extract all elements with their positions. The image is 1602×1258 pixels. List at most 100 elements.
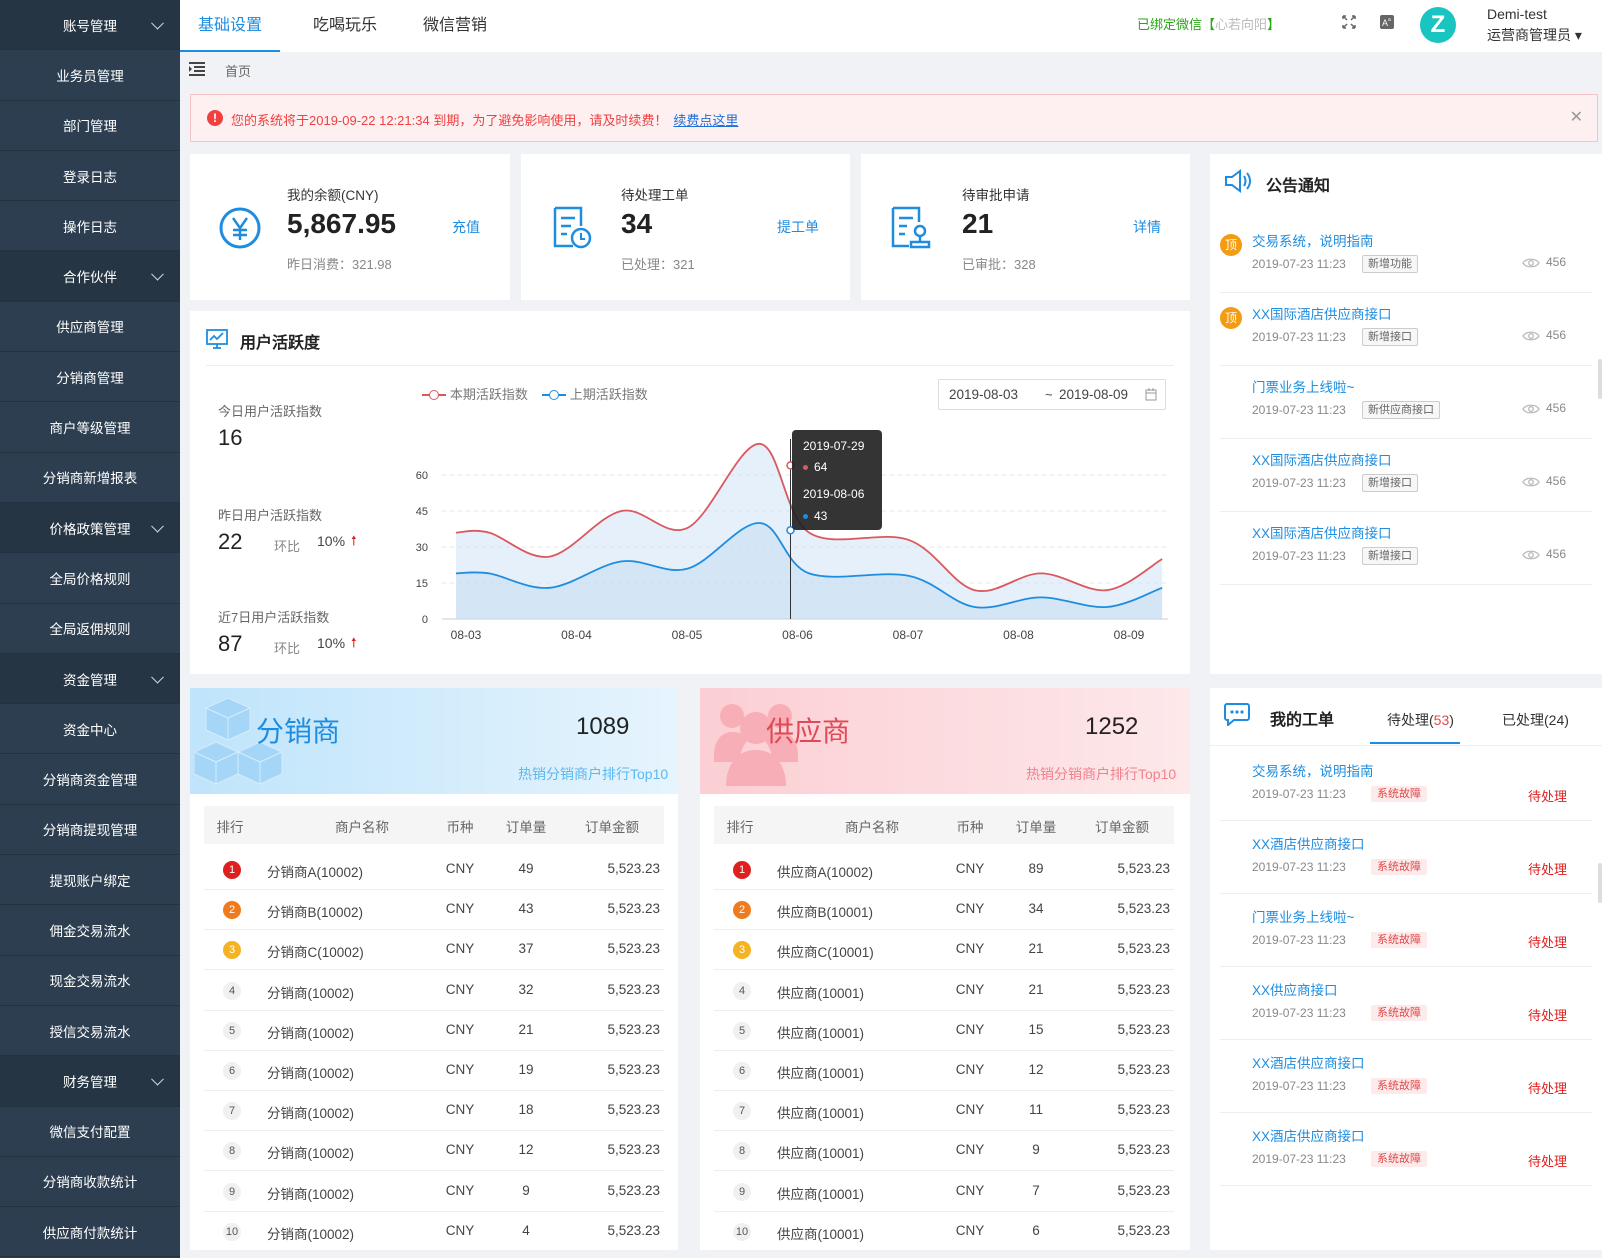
menu-toggle-icon[interactable] [189, 62, 205, 76]
rank-badge: 4 [733, 981, 751, 1000]
table-row[interactable]: 5 分销商(10002) CNY 21 5,523.23 [204, 1011, 664, 1051]
sidebar-item[interactable]: 分销商新增报表 [0, 453, 180, 503]
sidebar-item[interactable]: 供应商管理 [0, 302, 180, 353]
ticket-title-link[interactable]: XX供应商接口 [1252, 979, 1338, 999]
notice-title-link[interactable]: XX国际酒店供应商接口 [1252, 449, 1392, 469]
notice-scrollbar[interactable] [1598, 359, 1602, 399]
close-icon[interactable]: ✕ [1570, 107, 1583, 127]
table-row[interactable]: 2 供应商B(10001) CNY 34 5,523.23 [714, 890, 1174, 931]
recharge-button[interactable]: 充值 [452, 217, 480, 237]
ticket-title-link[interactable]: 交易系统，说明指南 [1252, 760, 1374, 780]
rank-badge: 7 [733, 1102, 751, 1121]
tickets-scrollbar[interactable] [1598, 863, 1602, 903]
notice-title-link[interactable]: 交易系统，说明指南 [1252, 230, 1374, 250]
table-row[interactable]: 1 供应商A(10002) CNY 89 5,523.23 [714, 850, 1174, 890]
sidebar-item[interactable]: 微信支付配置 [0, 1107, 180, 1157]
ticket-item[interactable]: 交易系统，说明指南 2019-07-23 11:23 系统故障 待处理 [1210, 748, 1602, 821]
notice-item[interactable]: XX国际酒店供应商接口 2019-07-23 11:23 新增接口 456 [1210, 512, 1602, 585]
table-row[interactable]: 7 供应商(10001) CNY 11 5,523.23 [714, 1091, 1174, 1132]
user-role-dropdown[interactable]: 运营商管理员 ▾ [1487, 25, 1582, 45]
sidebar-item[interactable]: 分销商提现管理 [0, 805, 180, 856]
sidebar-item[interactable]: 授信交易流水 [0, 1006, 180, 1057]
sidebar-item[interactable]: 业务员管理 [0, 50, 180, 101]
sidebar-item[interactable]: 佣金交易流水 [0, 905, 180, 956]
ticket-title-link[interactable]: XX酒店供应商接口 [1252, 1052, 1365, 1072]
sidebar-group[interactable]: 合作伙伴 [0, 251, 180, 302]
order-amount: 5,523.23 [607, 1222, 660, 1238]
legend-current[interactable]: 本期活跃指数 [450, 387, 528, 402]
ticket-title-link[interactable]: XX酒店供应商接口 [1252, 833, 1365, 853]
sidebar-item[interactable]: 登录日志 [0, 151, 180, 202]
details-button[interactable]: 详情 [1133, 217, 1161, 237]
sidebar-group[interactable]: 价格政策管理 [0, 502, 180, 554]
sidebar-group[interactable]: 资金管理 [0, 653, 180, 705]
ticket-item[interactable]: XX供应商接口 2019-07-23 11:23 系统故障 待处理 [1210, 967, 1602, 1040]
wechat-bound-status[interactable]: 已绑定微信【心若向阳】 [1137, 14, 1280, 33]
fullscreen-icon[interactable] [1340, 14, 1358, 32]
date-range-picker[interactable]: 2019-08-03 ~ 2019-08-09 [938, 379, 1166, 410]
tab-food-fun[interactable]: 吃喝玩乐 [295, 0, 395, 52]
table-row[interactable]: 3 分销商C(10002) CNY 37 5,523.23 [204, 930, 664, 971]
table-row[interactable]: 7 分销商(10002) CNY 18 5,523.23 [204, 1091, 664, 1132]
table-row[interactable]: 10 供应商(10001) CNY 6 5,523.23 [714, 1212, 1174, 1252]
ticket-title-link[interactable]: XX酒店供应商接口 [1252, 1125, 1365, 1145]
notice-title-link[interactable]: XX国际酒店供应商接口 [1252, 522, 1392, 542]
tooltip-dot-blue [803, 514, 808, 520]
sidebar-group[interactable]: 账号管理 [0, 0, 180, 51]
sidebar-item[interactable]: 供应商付款统计 [0, 1207, 180, 1258]
ticket-item[interactable]: XX酒店供应商接口 2019-07-23 11:23 系统故障 待处理 [1210, 1113, 1602, 1186]
sidebar-item[interactable]: 分销商资金管理 [0, 754, 180, 805]
table-row[interactable]: 10 分销商(10002) CNY 4 5,523.23 [204, 1212, 664, 1252]
ticket-item[interactable]: 门票业务上线啦~ 2019-07-23 11:23 系统故障 待处理 [1210, 894, 1602, 967]
legend-previous-marker[interactable] [541, 390, 566, 401]
tab-done-tickets[interactable]: 已处理(24) [1502, 710, 1569, 730]
table-row[interactable]: 2 分销商B(10002) CNY 43 5,523.23 [204, 890, 664, 931]
notice-title-link[interactable]: XX国际酒店供应商接口 [1252, 303, 1392, 323]
legend-previous[interactable]: 上期活跃指数 [570, 387, 648, 402]
notice-title-link[interactable]: 门票业务上线啦~ [1252, 376, 1354, 396]
tab-wechat-marketing[interactable]: 微信营销 [405, 0, 505, 52]
table-row[interactable]: 1 分销商A(10002) CNY 49 5,523.23 [204, 850, 664, 890]
avatar[interactable]: Z [1420, 7, 1456, 43]
sidebar-item[interactable]: 全局价格规则 [0, 553, 180, 604]
table-row[interactable]: 5 供应商(10001) CNY 15 5,523.23 [714, 1011, 1174, 1051]
ticket-title-link[interactable]: 门票业务上线啦~ [1252, 906, 1354, 926]
sidebar-item[interactable]: 资金中心 [0, 704, 180, 755]
rank-badge: 1 [733, 861, 751, 879]
table-row[interactable]: 4 分销商(10002) CNY 32 5,523.23 [204, 971, 664, 1011]
renew-link[interactable]: 续费点这里 [673, 113, 738, 128]
username[interactable]: Demi-test [1487, 6, 1547, 22]
tab-basic-settings[interactable]: 基础设置 [180, 0, 280, 52]
translate-icon[interactable]: Aa [1378, 14, 1396, 32]
sidebar-item[interactable]: 部门管理 [0, 101, 180, 151]
notice-item[interactable]: XX国际酒店供应商接口 2019-07-23 11:23 新增接口 456 [1210, 439, 1602, 512]
date-start: 2019-08-03 [949, 387, 1019, 402]
sidebar-item[interactable]: 全局返佣规则 [0, 604, 180, 654]
tab-pending-tickets[interactable]: 待处理(53) [1370, 688, 1460, 744]
notice-item[interactable]: 顶交易系统，说明指南 2019-07-23 11:23 新增功能 456 [1210, 220, 1602, 293]
submit-ticket-button[interactable]: 提工单 [777, 217, 819, 237]
sidebar-item[interactable]: 操作日志 [0, 201, 180, 252]
table-row[interactable]: 6 供应商(10001) CNY 12 5,523.23 [714, 1051, 1174, 1091]
sidebar-group[interactable]: 财务管理 [0, 1056, 180, 1107]
order-amount: 5,523.23 [1117, 901, 1170, 917]
table-row[interactable]: 9 分销商(10002) CNY 9 5,523.23 [204, 1172, 664, 1212]
ticket-item[interactable]: XX酒店供应商接口 2019-07-23 11:23 系统故障 待处理 [1210, 1040, 1602, 1113]
notice-item[interactable]: 门票业务上线啦~ 2019-07-23 11:23 新供应商接口 456 [1210, 366, 1602, 439]
table-row[interactable]: 8 供应商(10001) CNY 9 5,523.23 [714, 1131, 1174, 1172]
table-row[interactable]: 8 分销商(10002) CNY 12 5,523.23 [204, 1131, 664, 1172]
table-row[interactable]: 9 供应商(10001) CNY 7 5,523.23 [714, 1172, 1174, 1212]
table-row[interactable]: 4 供应商(10001) CNY 21 5,523.23 [714, 971, 1174, 1011]
notice-item[interactable]: 顶 XX国际酒店供应商接口 2019-07-23 11:23 新增接口 456 [1210, 293, 1602, 366]
sidebar-item[interactable]: 现金交易流水 [0, 956, 180, 1006]
breadcrumb[interactable]: 首页 [225, 61, 251, 80]
sidebar-item[interactable]: 分销商管理 [0, 352, 180, 403]
sidebar-item[interactable]: 分销商收款统计 [0, 1157, 180, 1208]
translate-svg: Aa [1380, 15, 1394, 29]
table-row[interactable]: 6 分销商(10002) CNY 19 5,523.23 [204, 1051, 664, 1091]
ticket-item[interactable]: XX酒店供应商接口 2019-07-23 11:23 系统故障 待处理 [1210, 821, 1602, 894]
sidebar-item[interactable]: 提现账户绑定 [0, 855, 180, 906]
sidebar-item[interactable]: 商户等级管理 [0, 402, 180, 453]
legend-current-marker[interactable] [422, 390, 446, 401]
table-row[interactable]: 3 供应商C(10001) CNY 21 5,523.23 [714, 930, 1174, 971]
